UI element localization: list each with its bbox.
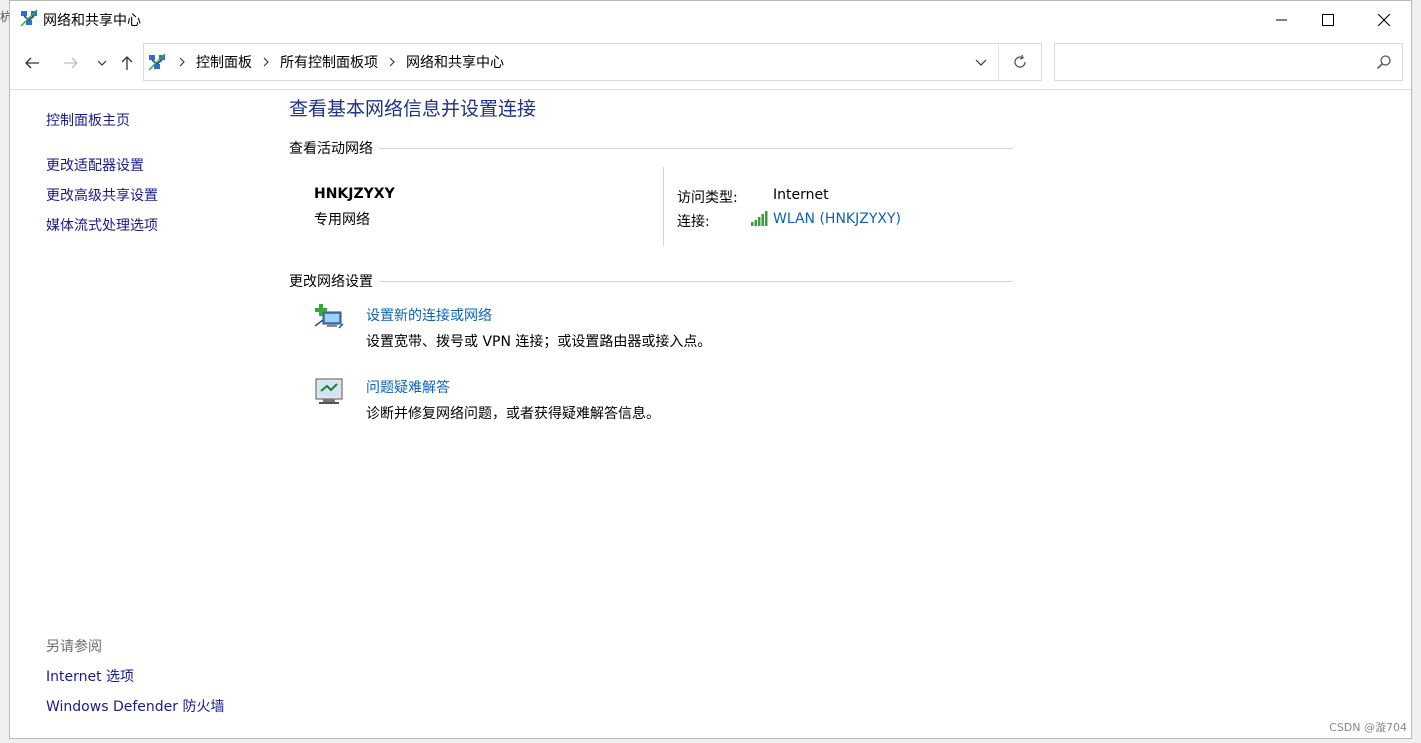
main-content: 查看基本网络信息并设置连接 查看活动网络 HNKJZYXY 专用网络 访问类型:…: [289, 90, 1389, 738]
search-input[interactable]: [1061, 50, 1365, 76]
sidebar-item-control-panel-home[interactable]: 控制面板主页: [46, 110, 130, 130]
arrow-right-icon: [64, 57, 78, 69]
sidebar: 控制面板主页 更改适配器设置 更改高级共享设置 媒体流式处理选项 另请参阅 In…: [10, 90, 272, 738]
divider: [379, 280, 1013, 282]
page-title: 查看基本网络信息并设置连接: [289, 98, 537, 120]
minimize-button[interactable]: [1259, 1, 1305, 39]
troubleshoot-link[interactable]: 问题疑难解答: [366, 377, 450, 397]
search-box[interactable]: [1054, 43, 1403, 81]
active-networks-header: 查看活动网络: [289, 138, 1013, 158]
sidebar-item-internet-options[interactable]: Internet 选项: [46, 666, 134, 686]
section-title: 更改网络设置: [289, 274, 373, 290]
search-icon[interactable]: [1376, 54, 1392, 70]
wlan-connection-link[interactable]: WLAN (HNKJZYXY): [773, 211, 901, 227]
title-bar: 网络和共享中心: [10, 1, 1411, 39]
network-name: HNKJZYXY: [314, 186, 395, 202]
window-title: 网络和共享中心: [43, 13, 141, 29]
sidebar-item-advanced-sharing[interactable]: 更改高级共享设置: [46, 185, 158, 205]
watermark: CSDN @漩704: [1329, 721, 1407, 734]
up-button[interactable]: [115, 51, 139, 75]
maximize-button[interactable]: [1305, 1, 1351, 39]
access-type-label: 访问类型:: [677, 190, 738, 206]
sidebar-item-defender-firewall[interactable]: Windows Defender 防火墙: [46, 696, 224, 716]
divider: [379, 147, 1013, 149]
chevron-down-icon: [97, 60, 107, 66]
setup-new-connection-link[interactable]: 设置新的连接或网络: [366, 305, 492, 325]
address-bar[interactable]: 控制面板 所有控制面板项 网络和共享中心: [143, 43, 1042, 81]
wifi-signal-icon: [751, 211, 768, 226]
network-sharing-window: 网络和共享中心 控制面板 所有控制面板项 网络和共享中心 控制面板主页 更改适配…: [9, 0, 1412, 739]
section-title: 查看活动网络: [289, 141, 373, 157]
refresh-button[interactable]: [999, 44, 1041, 80]
chevron-right-icon[interactable]: [256, 57, 276, 67]
change-settings-header: 更改网络设置: [289, 271, 1013, 291]
breadcrumb-item[interactable]: 网络和共享中心: [402, 52, 508, 72]
close-button[interactable]: [1361, 1, 1407, 39]
address-dropdown-button[interactable]: [963, 44, 999, 80]
maximize-icon: [1322, 14, 1334, 26]
navigation-bar: 控制面板 所有控制面板项 网络和共享中心: [10, 39, 1411, 90]
chevron-right-icon[interactable]: [382, 57, 402, 67]
see-also-heading: 另请参阅: [46, 639, 102, 655]
minimize-icon: [1276, 19, 1287, 21]
troubleshoot-icon: [315, 378, 343, 404]
forward-button[interactable]: [59, 51, 83, 75]
setup-new-connection-desc: 设置宽带、拨号或 VPN 连接；或设置路由器或接入点。: [366, 334, 712, 350]
sidebar-item-adapter-settings[interactable]: 更改适配器设置: [46, 155, 144, 175]
sidebar-item-media-streaming[interactable]: 媒体流式处理选项: [46, 215, 158, 235]
arrow-up-icon: [121, 56, 133, 70]
close-icon: [1378, 14, 1390, 26]
breadcrumb-item[interactable]: 所有控制面板项: [276, 52, 382, 72]
breadcrumb: 控制面板 所有控制面板项 网络和共享中心: [172, 44, 508, 80]
refresh-icon: [1014, 54, 1026, 68]
network-center-icon: [148, 53, 166, 71]
network-category: 专用网络: [314, 212, 370, 228]
breadcrumb-item[interactable]: 控制面板: [192, 52, 256, 72]
access-type-value: Internet: [773, 187, 829, 203]
chevron-down-icon: [975, 59, 986, 66]
connection-label: 连接:: [677, 214, 710, 230]
troubleshoot-desc: 诊断并修复网络问题，或者获得疑难解答信息。: [366, 406, 660, 422]
divider: [663, 167, 664, 246]
arrow-left-icon: [25, 57, 39, 69]
new-connection-icon: [314, 304, 344, 329]
recent-locations-button[interactable]: [90, 51, 114, 75]
chevron-right-icon[interactable]: [172, 57, 192, 67]
back-button[interactable]: [20, 51, 44, 75]
network-center-icon: [20, 9, 38, 27]
